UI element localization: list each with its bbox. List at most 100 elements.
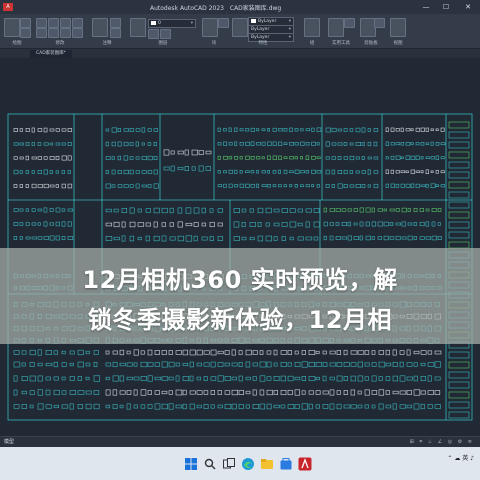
- copy-clip-button[interactable]: [374, 18, 385, 28]
- cad-block-symbol: [273, 390, 278, 395]
- cad-block-symbol: [273, 236, 278, 241]
- cad-block-symbol: [121, 221, 126, 228]
- scale-button[interactable]: [72, 28, 83, 38]
- layer-dropdown[interactable]: 0 ▾: [148, 19, 196, 28]
- cad-block-symbol: [420, 350, 427, 355]
- status-toggle-icons[interactable]: ⊞ ⌗ ⊥ ∠ ◎ ⚙ ≡: [410, 439, 474, 445]
- layer-freeze-button[interactable]: [160, 29, 171, 39]
- cad-block-symbol: [224, 350, 230, 355]
- group-button[interactable]: [304, 18, 320, 37]
- ribbon-group-label: 块: [211, 41, 217, 46]
- cad-block-symbol: [19, 208, 24, 212]
- cad-block-symbol: [400, 142, 405, 146]
- search-icon[interactable]: [203, 456, 217, 470]
- cad-block-symbol: [21, 403, 27, 410]
- cad-block-symbol: [378, 389, 385, 396]
- cad-block-symbol: [294, 362, 301, 367]
- cad-block-symbol: [129, 221, 136, 228]
- cad-block-symbol: [168, 350, 173, 355]
- cad-block-symbol: [294, 169, 300, 174]
- circle-tool-button[interactable]: [20, 28, 31, 38]
- trim-button[interactable]: [60, 18, 71, 28]
- cad-block-symbol: [256, 128, 260, 132]
- model-tab[interactable]: 模型: [4, 438, 14, 445]
- cad-block-symbol: [261, 141, 266, 146]
- rotate-button[interactable]: [48, 18, 59, 28]
- cad-block-symbol: [355, 127, 361, 133]
- cad-block-symbol: [43, 127, 48, 133]
- task-view-icon[interactable]: [222, 456, 236, 470]
- fillet-button[interactable]: [48, 28, 59, 38]
- measure-button[interactable]: [328, 18, 344, 37]
- layer-off-button[interactable]: [148, 29, 159, 39]
- cad-block-symbol: [367, 128, 371, 132]
- mirror-button[interactable]: [36, 28, 47, 38]
- cad-block-symbol: [153, 235, 160, 242]
- explorer-icon[interactable]: [260, 456, 274, 470]
- cad-block-symbol: [13, 142, 19, 146]
- cad-block-symbol: [141, 155, 147, 161]
- cad-block-symbol: [280, 350, 288, 355]
- text-tool-button[interactable]: [92, 18, 108, 37]
- cad-block-symbol: [105, 362, 112, 367]
- table-button[interactable]: [110, 28, 121, 38]
- cad-block-symbol: [129, 128, 134, 132]
- cad-block-symbol: [121, 207, 128, 214]
- cad-block-symbol: [390, 155, 395, 160]
- cad-block-symbol: [53, 350, 59, 355]
- cad-block-symbol: [129, 156, 134, 160]
- move-button[interactable]: [36, 18, 47, 28]
- status-bar: 模型 ⊞ ⌗ ⊥ ∠ ◎ ⚙ ≡: [0, 436, 480, 447]
- cad-block-symbol: [273, 362, 278, 367]
- create-block-button[interactable]: [218, 18, 229, 28]
- cad-block-symbol: [119, 404, 124, 409]
- cad-block-symbol: [419, 221, 425, 227]
- autocad-icon[interactable]: [298, 456, 312, 471]
- cad-block-symbol: [413, 236, 418, 240]
- cad-block-symbol: [49, 222, 54, 226]
- match-properties-button[interactable]: [232, 18, 248, 37]
- base-view-button[interactable]: [390, 18, 406, 37]
- layer-properties-button[interactable]: [130, 18, 146, 37]
- autocad-logo-icon[interactable]: A: [3, 3, 13, 11]
- insert-block-button[interactable]: [202, 18, 218, 37]
- cad-block-symbol: [430, 170, 434, 173]
- system-tray[interactable]: ⌃ ☁ 英 ♪: [447, 455, 474, 463]
- cad-block-symbol: [283, 184, 287, 188]
- stretch-button[interactable]: [60, 28, 71, 38]
- cad-block-symbol: [353, 222, 358, 226]
- select-all-button[interactable]: [344, 18, 355, 28]
- cad-block-symbol: [427, 375, 432, 382]
- close-button[interactable]: ✕: [462, 2, 474, 12]
- cad-block-symbol: [448, 151, 470, 159]
- cad-block-symbol: [31, 236, 37, 240]
- cad-block-symbol: [250, 156, 255, 160]
- cad-block-symbol: [228, 156, 233, 160]
- cad-block-symbol: [153, 155, 158, 161]
- cad-block-symbol: [294, 142, 299, 146]
- line-tool-button[interactable]: [4, 18, 20, 37]
- cad-block-symbol: [196, 362, 202, 367]
- edge-icon[interactable]: [241, 456, 255, 470]
- polyline-tool-button[interactable]: [20, 18, 31, 28]
- cad-block-symbol: [265, 235, 273, 242]
- drawing-canvas[interactable]: 12月相机360 实时预览，解 锁冬季摄影新体验，12月相: [0, 58, 480, 436]
- cad-block-symbol: [119, 375, 125, 382]
- copy-button[interactable]: [72, 18, 83, 28]
- store-icon[interactable]: [279, 456, 293, 470]
- cad-block-symbol: [119, 362, 126, 367]
- cad-block-symbol: [210, 404, 215, 409]
- start-icon[interactable]: [184, 456, 198, 470]
- cad-block-symbol: [297, 208, 303, 213]
- cad-block-symbol: [425, 208, 430, 212]
- cad-block-symbol: [300, 184, 304, 188]
- cad-block-symbol: [129, 235, 135, 242]
- cad-block-symbol: [283, 128, 288, 132]
- maximize-button[interactable]: ☐: [440, 2, 452, 12]
- cad-block-symbol: [336, 362, 343, 367]
- tab-drawing[interactable]: CAD家装图库*: [30, 50, 72, 58]
- cad-block-symbol: [154, 390, 160, 395]
- minimize-button[interactable]: —: [420, 2, 432, 12]
- dimension-button[interactable]: [110, 18, 121, 28]
- ribbon-group-draw: 绘图: [2, 16, 32, 46]
